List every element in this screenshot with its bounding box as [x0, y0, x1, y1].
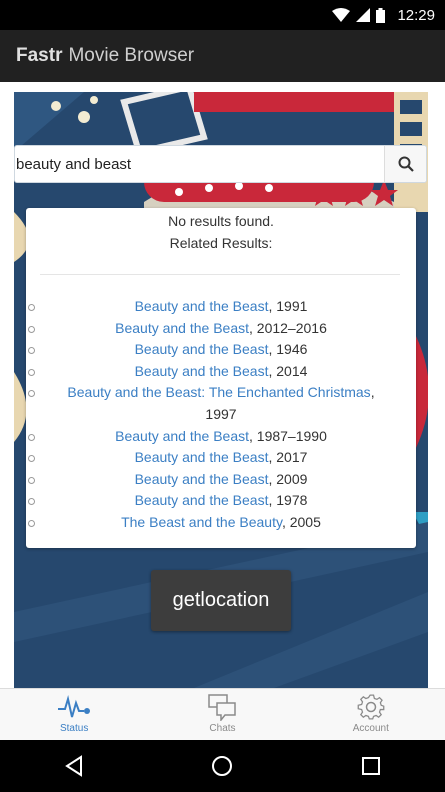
tab-status-label: Status [59, 723, 89, 734]
result-year: , 2009 [268, 470, 308, 487]
gear-icon [357, 694, 385, 720]
content-area: No results found. Related Results: Beaut… [0, 82, 445, 688]
home-button[interactable] [192, 740, 252, 792]
result-item: Beauty and the Beast, 2017 [26, 447, 416, 469]
results-list: Beauty and the Beast, 1991 Beauty and th… [26, 296, 416, 534]
result-year: , 1987–1990 [249, 427, 327, 444]
search-icon [398, 156, 414, 172]
back-button[interactable] [44, 740, 104, 792]
result-link[interactable]: Beauty and the Beast [135, 492, 269, 508]
status-bar: 12:29 [0, 0, 445, 30]
result-year: , 1978 [268, 492, 308, 509]
app-bar: Fastr Movie Browser [0, 30, 445, 82]
result-item: Beauty and the Beast, 2009 [26, 469, 416, 491]
result-link[interactable]: Beauty and the Beast: The Enchanted Chri… [67, 384, 370, 400]
recents-square-icon [361, 757, 380, 775]
result-link[interactable]: Beauty and the Beast [135, 363, 269, 379]
result-year: , 2017 [268, 449, 308, 466]
divider [40, 274, 400, 275]
tab-chats[interactable]: Chats [148, 689, 296, 740]
pulse-icon [58, 695, 91, 718]
tab-chats-label: Chats [209, 723, 236, 734]
bottom-tab-bar: Status Chats Account [0, 688, 445, 740]
result-item: Beauty and the Beast, 1991 [26, 296, 416, 318]
result-item: Beauty and the Beast, 2012–2016 [26, 318, 416, 340]
search-input[interactable] [15, 146, 384, 182]
tab-account-label: Account [352, 723, 389, 734]
result-year: , 2012–2016 [249, 319, 327, 336]
system-navigation-bar [0, 740, 445, 792]
result-year: , 1991 [268, 298, 308, 314]
search-bar [14, 145, 427, 183]
chat-bubbles-icon [208, 694, 237, 721]
wifi-icon [332, 8, 351, 22]
result-item: Beauty and the Beast, 2014 [26, 361, 416, 383]
battery-icon [376, 7, 386, 23]
no-results-message: No results found. [168, 213, 274, 229]
app-title: Movie Browser [68, 45, 195, 66]
result-item: Beauty and the Beast: The Enchanted Chri… [26, 382, 416, 425]
result-year: , 2005 [281, 513, 321, 530]
result-item: Beauty and the Beast, 1978 [26, 490, 416, 512]
search-results-card: No results found. Related Results: Beaut… [26, 208, 416, 548]
result-link[interactable]: Beauty and the Beast [135, 449, 269, 465]
back-triangle-icon [65, 755, 83, 777]
home-circle-icon [212, 756, 233, 776]
result-link[interactable]: Beauty and the Beast [135, 298, 269, 314]
search-button[interactable] [384, 146, 426, 182]
result-item: Beauty and the Beast, 1946 [26, 339, 416, 361]
result-item: The Beast and the Beauty, 2005 [26, 512, 416, 534]
getlocation-button[interactable]: getlocation [151, 570, 291, 631]
result-link[interactable]: Beauty and the Beast [135, 341, 269, 357]
recents-button[interactable] [341, 740, 401, 792]
result-item: Beauty and the Beast, 1987–1990 [26, 426, 416, 448]
result-year: , 1946 [268, 341, 308, 358]
tab-status[interactable]: Status [0, 689, 148, 740]
result-year: , 2014 [268, 362, 308, 379]
related-results-heading: Related Results: [169, 235, 273, 251]
app-brand: Fastr [16, 45, 63, 66]
result-link[interactable]: Beauty and the Beast [135, 471, 269, 487]
result-link[interactable]: The Beast and the Beauty [121, 514, 282, 530]
clock: 12:29 [397, 6, 435, 24]
result-link[interactable]: Beauty and the Beast [115, 428, 249, 444]
result-link[interactable]: Beauty and the Beast [115, 320, 249, 336]
tab-account[interactable]: Account [297, 689, 445, 740]
signal-icon [356, 8, 371, 22]
